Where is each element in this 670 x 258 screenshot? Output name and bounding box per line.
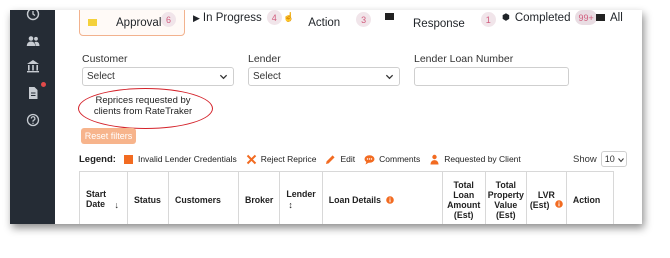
legend-label: Reject Reprice [260, 154, 317, 164]
tab-count: 6 [161, 12, 176, 27]
page-size-select[interactable]: 10 [600, 151, 627, 167]
pencil-icon [326, 154, 336, 164]
notification-badge [41, 82, 46, 87]
tab-count: 1 [480, 12, 496, 27]
annotation-ellipse [78, 88, 213, 129]
column-label: Action [572, 194, 601, 205]
customer-select[interactable]: Select [82, 67, 234, 86]
history-icon[interactable] [26, 10, 40, 21]
column-label: Customers [175, 194, 221, 205]
bank-icon[interactable] [26, 59, 40, 73]
users-icon[interactable] [26, 34, 40, 48]
column-lvr[interactable]: LVR (Est) [525, 171, 567, 224]
tab-label: In Progress [202, 12, 262, 24]
tab-action[interactable]: ☝ Action 3 [283, 10, 372, 36]
tab-completed[interactable]: ⬢ Completed 99+ [502, 10, 597, 36]
document-icon[interactable] [26, 86, 40, 100]
column-label: Start Date [86, 189, 107, 210]
flag-icon [88, 19, 97, 26]
column-broker[interactable]: Broker [237, 171, 281, 224]
tab-count: 4 [266, 10, 282, 25]
legend-label: Comments [379, 154, 421, 164]
app-window: Approval 6 ▶ In Progress 4 ☝ Action 3 Re… [10, 10, 642, 224]
tab-approval[interactable]: Approval 6 [79, 10, 185, 36]
legend-item-comments: Comments [364, 154, 420, 165]
tab-label: Completed [514, 12, 571, 24]
tab-response[interactable]: Response 1 [385, 10, 496, 36]
column-label: Loan Details [328, 194, 382, 205]
page-size-value: 10 [604, 154, 615, 164]
column-total-property-value[interactable]: Total Property Value (Est) [484, 171, 527, 224]
column-label: Total Loan Amount (Est) [447, 179, 481, 220]
column-start-date[interactable]: Start Date ↓ [79, 171, 128, 224]
lender-select-value: Select [253, 71, 281, 82]
legend-item-invalid-credentials: Invalid Lender Credentials [123, 154, 237, 165]
tab-count: 3 [356, 12, 372, 27]
sort-icon[interactable]: ↕ [288, 200, 292, 210]
legend-item-edit: Edit [325, 154, 355, 165]
comment-icon [364, 154, 375, 164]
chevron-down-icon [219, 74, 228, 80]
tab-count: 99+ [575, 10, 597, 25]
square-icon [123, 154, 133, 164]
flag-icon [596, 14, 605, 21]
legend-label: Edit [340, 154, 356, 164]
lender-label: Lender [248, 53, 281, 65]
tab-label: Action [308, 17, 341, 29]
table-header-row: Start Date ↓ Status Customers Broker Len… [79, 171, 614, 224]
flag-icon [385, 13, 394, 20]
tab-all[interactable]: All [596, 10, 623, 36]
legend: Legend: Invalid Lender Credentials Rejec… [79, 152, 530, 166]
sidebar [10, 10, 55, 224]
status-tabs: Approval 6 ▶ In Progress 4 ☝ Action 3 Re… [55, 10, 642, 38]
loan-number-input[interactable] [414, 67, 569, 86]
column-total-loan-amount[interactable]: Total Loan Amount (Est) [441, 171, 486, 224]
legend-item-reject-reprice: Reject Reprice [246, 154, 317, 165]
column-lender[interactable]: Lender↕ [279, 171, 323, 224]
person-icon [430, 154, 439, 164]
column-label: Total Property Value (Est) [487, 179, 524, 220]
legend-label: Invalid Lender Credentials [137, 154, 237, 164]
x-icon [246, 154, 256, 164]
column-label: LVR (Est) [529, 189, 555, 210]
show-label: Show [573, 153, 597, 165]
legend-title: Legend: [79, 153, 116, 165]
customer-label: Customer [82, 53, 128, 65]
hand-icon: ☝ [283, 12, 295, 22]
info-icon[interactable] [555, 199, 563, 208]
reset-filters-button[interactable]: Reset filters [81, 128, 136, 144]
column-label: Status [134, 194, 161, 205]
customer-select-value: Select [87, 71, 115, 82]
column-customers[interactable]: Customers [168, 171, 239, 224]
sort-desc-icon[interactable]: ↓ [114, 200, 118, 210]
chevron-down-icon [385, 74, 394, 80]
progress-icon: ▶ [193, 13, 200, 23]
lender-select[interactable]: Select [248, 67, 400, 86]
column-label: Lender [286, 189, 316, 200]
help-icon[interactable] [26, 113, 40, 127]
info-icon[interactable] [386, 196, 395, 204]
legend-item-requested-by-client: Requested by Client [429, 154, 521, 165]
page-size-control: Show 10 [573, 151, 627, 167]
tab-label: Response [413, 18, 465, 30]
tab-in-progress[interactable]: ▶ In Progress 4 [193, 10, 282, 36]
chevron-down-icon [617, 158, 624, 163]
column-action[interactable]: Action [565, 171, 614, 224]
loan-number-label: Lender Loan Number [414, 53, 514, 65]
tab-label: All [610, 12, 623, 24]
legend-label: Requested by Client [444, 154, 521, 164]
tab-label: Approval [116, 17, 162, 29]
badge-check-icon: ⬢ [502, 12, 510, 22]
column-label: Broker [245, 194, 274, 205]
loans-table: Start Date ↓ Status Customers Broker Len… [79, 171, 614, 224]
column-status[interactable]: Status [127, 171, 169, 224]
column-loan-details[interactable]: Loan Details [321, 171, 443, 224]
main-content: Approval 6 ▶ In Progress 4 ☝ Action 3 Re… [55, 10, 642, 224]
